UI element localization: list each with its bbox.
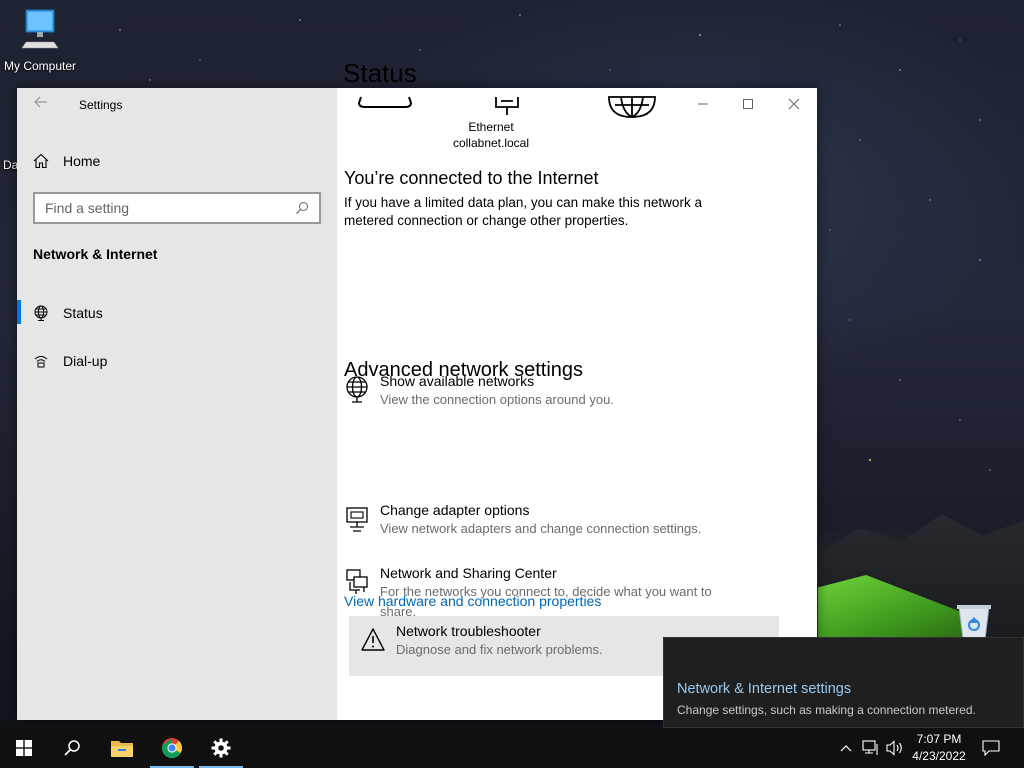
sidebar-item-label: Dial-up xyxy=(63,353,108,369)
action-center-button[interactable] xyxy=(981,738,1001,758)
search-input[interactable] xyxy=(45,200,295,216)
computer-icon xyxy=(21,9,59,49)
settings-button[interactable] xyxy=(197,728,245,768)
sidebar-item-dialup[interactable]: Dial-up xyxy=(17,348,337,374)
chrome-icon xyxy=(161,738,183,759)
notification-icon xyxy=(982,740,1000,756)
search-button[interactable] xyxy=(48,728,96,768)
volume-tray-button[interactable] xyxy=(885,738,905,758)
volume-icon xyxy=(886,740,902,756)
minimize-icon xyxy=(698,103,708,105)
warning-icon xyxy=(361,628,385,651)
taskbar: 7:07 PM 4/23/2022 xyxy=(0,728,1024,768)
desktop-icon-label: My Computer xyxy=(3,59,77,73)
page-title: Status xyxy=(343,58,417,88)
adapter-icon xyxy=(346,507,368,532)
link-description: Diagnose and fix network problems. xyxy=(396,642,603,657)
chrome-button[interactable] xyxy=(148,728,196,768)
connection-status-heading: You’re connected to the Internet xyxy=(344,168,599,188)
file-explorer-button[interactable] xyxy=(98,728,146,768)
connection-name: Ethernet xyxy=(468,120,514,134)
globe-icon xyxy=(34,305,48,321)
minimize-button[interactable] xyxy=(680,94,726,114)
recycle-bin-icon[interactable] xyxy=(955,603,993,639)
network-tray-button[interactable] xyxy=(861,738,881,758)
link-title: Change adapter options xyxy=(380,502,530,518)
start-button[interactable] xyxy=(0,728,48,768)
internet-globe-icon xyxy=(608,96,656,118)
sidebar-item-home[interactable]: Home xyxy=(17,148,337,174)
pc-icon xyxy=(357,96,413,108)
home-icon xyxy=(33,153,49,169)
sharing-center-icon xyxy=(346,569,368,594)
link-description: View the connection options around you. xyxy=(380,392,614,407)
sidebar-item-status[interactable]: Status xyxy=(17,300,337,326)
taskbar-clock[interactable]: 7:07 PM 4/23/2022 xyxy=(906,731,972,765)
windows-logo-icon xyxy=(16,740,32,756)
network-settings-link[interactable]: Network & Internet settings xyxy=(677,681,851,697)
ethernet-label: Ethernet collabnet.local xyxy=(440,119,542,151)
close-icon xyxy=(788,98,800,110)
window-title: Settings xyxy=(79,98,123,112)
gear-icon xyxy=(211,738,231,758)
connection-status-text: If you have a limited data plan, you can… xyxy=(344,195,702,228)
show-hidden-icons-button[interactable] xyxy=(838,738,854,758)
connection-domain: collabnet.local xyxy=(452,136,530,150)
sidebar-item-label: Home xyxy=(63,153,101,169)
maximize-icon xyxy=(743,99,753,109)
ethernet-icon xyxy=(495,97,519,115)
sidebar-item-label: Status xyxy=(63,305,103,321)
back-button[interactable] xyxy=(31,94,51,114)
clock-date: 4/23/2022 xyxy=(912,749,966,763)
hardware-properties-link[interactable]: View hardware and connection properties xyxy=(344,593,601,609)
close-button[interactable] xyxy=(771,94,817,114)
network-icon xyxy=(862,740,878,755)
link-title: Network troubleshooter xyxy=(396,623,541,639)
folder-icon xyxy=(111,741,133,757)
network-settings-description: Change settings, such as making a connec… xyxy=(677,703,976,717)
sidebar: Settings Home Network & Internet Status xyxy=(17,88,337,720)
search-icon xyxy=(64,740,80,756)
search-box[interactable] xyxy=(33,192,321,224)
clock-time: 7:07 PM xyxy=(916,732,962,746)
search-icon xyxy=(296,202,308,214)
desktop-icon-my-computer[interactable]: My Computer xyxy=(0,8,80,73)
network-flyout: Network & Internet settings Change setti… xyxy=(663,637,1024,728)
link-title: Network and Sharing Center xyxy=(380,565,557,581)
maximize-button[interactable] xyxy=(725,94,771,114)
chevron-up-icon xyxy=(840,745,852,752)
dialup-icon xyxy=(34,356,48,368)
change-adapter-options-link[interactable]: Change adapter options View network adap… xyxy=(332,495,762,549)
link-description: View network adapters and change connect… xyxy=(380,521,702,536)
back-arrow-icon xyxy=(34,96,47,108)
advanced-settings-heading: Advanced network settings xyxy=(344,359,584,381)
sidebar-section-title: Network & Internet xyxy=(33,246,158,262)
